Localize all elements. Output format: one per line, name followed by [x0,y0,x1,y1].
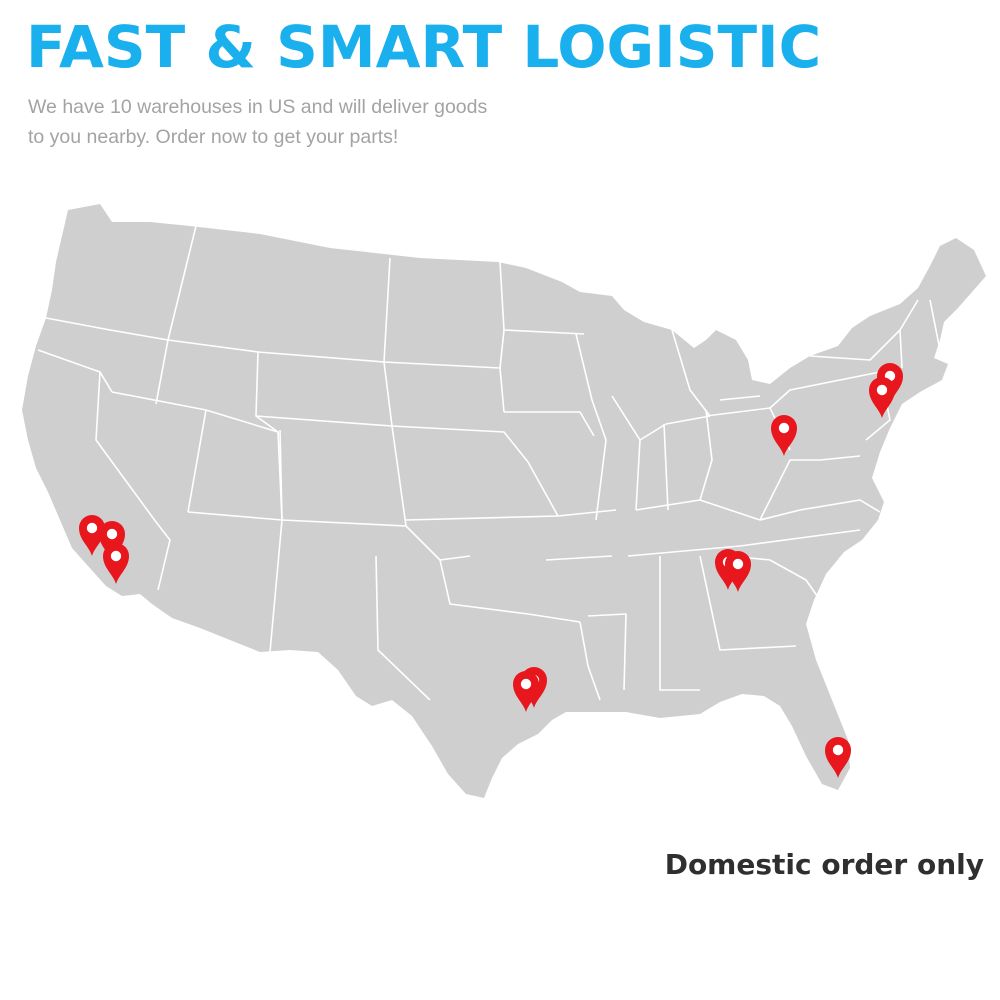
domestic-order-note: Domestic order only [664,848,984,881]
us-landmass [22,204,986,798]
